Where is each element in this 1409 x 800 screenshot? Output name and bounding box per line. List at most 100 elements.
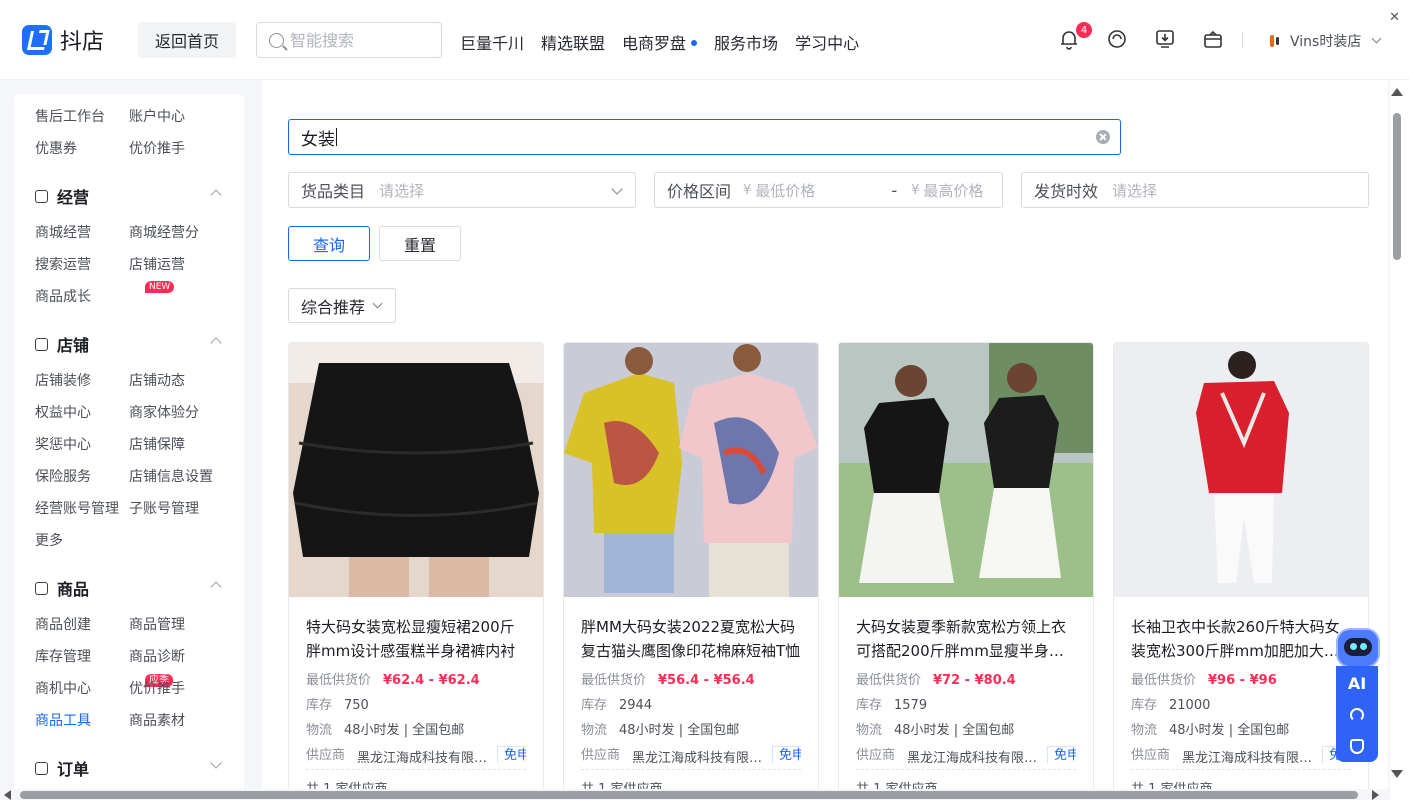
sidebar-item-store-info-settings[interactable]: 店铺信息设置 — [129, 466, 229, 486]
sidebar-item-product-diagnosis[interactable]: 商品诊断 — [129, 646, 229, 666]
price-min-input[interactable]: 最低价格 — [755, 180, 815, 201]
free-apply-button[interactable]: 免申请 — [497, 746, 526, 763]
nav-compass[interactable]: 电商罗盘 — [622, 30, 698, 54]
sidebar-item-merchant-score[interactable]: 商家体验分 — [129, 402, 229, 422]
chevron-down-icon — [1371, 33, 1382, 43]
sidebar-item-product-manage[interactable]: 商品管理 — [129, 614, 229, 634]
sidebar-item-product-tools[interactable]: 商品工具 — [35, 710, 129, 730]
sidebar-item-price-pusher[interactable]: 优价推手 — [129, 138, 229, 158]
douyin-shop-logo[interactable]: 抖店 — [22, 24, 104, 56]
gift-icon[interactable] — [1202, 28, 1224, 50]
sidebar-item-rights-center[interactable]: 权益中心 — [35, 402, 129, 422]
sidebar-item-insurance[interactable]: 保险服务 — [35, 466, 129, 486]
product-card[interactable]: 特大码女装宽松显瘦短裙200斤胖mm设计感蛋糕半身裙裤内衬 最低供货价 ¥62.4… — [288, 342, 544, 800]
price-label: 最低供货价 — [581, 673, 647, 688]
product-image[interactable] — [839, 343, 1093, 597]
product-logistics: 48小时发 | 全国包邮 — [894, 723, 1015, 738]
sidebar-section-orders[interactable]: 订单 — [35, 757, 244, 779]
price-max-input[interactable]: 最高价格 — [923, 180, 983, 201]
robot-eye — [1350, 643, 1357, 650]
sidebar-item-coupons[interactable]: 优惠券 — [35, 138, 129, 158]
nav-service-market[interactable]: 服务市场 — [714, 30, 778, 54]
sidebar-section-operations[interactable]: 经营 — [35, 185, 244, 207]
product-image[interactable] — [289, 343, 543, 597]
product-search-input[interactable]: 女装 — [288, 119, 1121, 155]
store-switcher[interactable]: Vins时装店 — [1268, 31, 1382, 51]
close-icon[interactable]: ✕ — [1389, 10, 1400, 25]
top-divider — [1242, 32, 1243, 48]
ai-button[interactable]: AI — [1336, 674, 1378, 693]
product-image[interactable] — [564, 343, 818, 597]
scroll-left-arrow[interactable] — [4, 790, 11, 800]
product-image[interactable] — [1114, 343, 1368, 597]
smart-search-input[interactable] — [290, 30, 430, 50]
clear-icon[interactable] — [1096, 130, 1110, 144]
logo-icon — [22, 25, 52, 55]
sidebar-section-store[interactable]: 店铺 — [35, 333, 244, 355]
horizontal-scroll-thumb[interactable] — [20, 791, 1358, 799]
sidebar-item-search-operations[interactable]: 搜索运营 — [35, 254, 129, 274]
sidebar: 售后工作台 账户中心 优惠券 优价推手 经营 商城经营 商城经营分 搜索运营 店… — [14, 94, 244, 800]
sidebar-item-inventory[interactable]: 库存管理 — [35, 646, 129, 666]
logistics-label: 物流 — [856, 723, 883, 738]
smart-search-box[interactable] — [256, 22, 442, 58]
sidebar-item-store-news[interactable]: 店铺动态 — [129, 370, 229, 390]
sidebar-item-mall-score[interactable]: 商城经营分 — [129, 222, 229, 242]
headset-icon[interactable] — [1350, 708, 1364, 722]
sidebar-item-store-protection[interactable]: 店铺保障 — [129, 434, 229, 454]
scroll-up-arrow[interactable] — [1391, 88, 1403, 96]
logistics-label: 物流 — [306, 723, 333, 738]
ai-assistant-widget[interactable]: AI — [1336, 630, 1378, 762]
sidebar-item-store-operations[interactable]: 店铺运营 — [129, 254, 229, 274]
nav-learning-center[interactable]: 学习中心 — [795, 30, 859, 54]
nav-qianchuan[interactable]: 巨量千川 — [460, 30, 524, 54]
free-apply-button[interactable]: 免申请 — [1047, 746, 1076, 763]
sidebar-item-product-assets[interactable]: 商品素材 — [129, 710, 229, 730]
sidebar-item-price-pusher-2[interactable]: 优价推手 — [129, 678, 229, 698]
back-home-button[interactable]: 返回首页 — [138, 22, 236, 58]
sidebar-item-more[interactable]: 更多 — [35, 530, 129, 550]
product-stock: 750 — [344, 698, 369, 713]
vertical-scroll-thumb[interactable] — [1393, 113, 1401, 260]
operations-icon — [35, 189, 48, 203]
sidebar-section-products[interactable]: 商品 — [35, 577, 244, 599]
product-title[interactable]: 特大码女装宽松显瘦短裙200斤胖mm设计感蛋糕半身裙裤内衬 — [306, 615, 526, 663]
sidebar-item-aftersale-desk[interactable]: 售后工作台 — [35, 106, 129, 126]
product-card[interactable]: 胖MM大码女装2022夏宽松大码复古猫头鹰图像印花棉麻短袖T恤 最低供货价 ¥56… — [563, 342, 819, 800]
sidebar-item-account-management[interactable]: 经营账号管理 — [35, 498, 129, 518]
shipping-time-select[interactable]: 发货时效 请选择 — [1021, 172, 1369, 208]
customer-service-icon[interactable] — [1106, 28, 1128, 50]
bell-icon[interactable]: 4 — [1058, 22, 1092, 50]
main-content: 女装 货品类目 请选择 价格区间 ¥ 最低价格 - ¥ 最高价格 发货时效 请选… — [262, 80, 1388, 800]
reset-button[interactable]: 重置 — [379, 226, 461, 261]
shield-icon[interactable] — [1350, 739, 1364, 754]
product-supplier: 黑龙江海成科技有限公司 — [907, 751, 1045, 763]
product-card[interactable]: 长袖卫衣中长款260斤特大码女装宽松300斤胖mm加肥加大上衣 最低供货价 ¥96… — [1113, 342, 1369, 800]
sidebar-item-product-growth[interactable]: 商品成长 NEW — [35, 281, 175, 306]
product-card[interactable]: 大码女装夏季新款宽松方领上衣可搭配200斤胖mm显瘦半身裙套装 最低供货价 ¥72… — [838, 342, 1094, 800]
sidebar-item-store-decor[interactable]: 店铺装修 — [35, 370, 129, 390]
sidebar-item-product-create[interactable]: 商品创建 — [35, 614, 129, 634]
nav-alliance[interactable]: 精选联盟 — [541, 30, 605, 54]
supplier-label: 供应商 — [1131, 748, 1171, 763]
query-button[interactable]: 查询 — [288, 226, 370, 261]
product-title[interactable]: 大码女装夏季新款宽松方领上衣可搭配200斤胖mm显瘦半身裙套装 — [856, 615, 1076, 663]
robot-icon[interactable] — [1338, 630, 1378, 666]
sidebar-item-reward-center[interactable]: 奖惩中心 — [35, 434, 129, 454]
scroll-down-arrow[interactable] — [1391, 770, 1403, 778]
product-stock: 2944 — [619, 698, 653, 713]
sort-select[interactable]: 综合推荐 — [288, 288, 396, 323]
sidebar-item-opportunity-center[interactable]: 商机中心应季 — [35, 674, 173, 698]
product-title[interactable]: 胖MM大码女装2022夏宽松大码复古猫头鹰图像印花棉麻短袖T恤 — [581, 615, 801, 663]
free-apply-button[interactable]: 免申请 — [772, 746, 801, 763]
scroll-right-arrow[interactable] — [1372, 790, 1379, 800]
sidebar-item-mall-operations[interactable]: 商城经营 — [35, 222, 129, 242]
horizontal-scrollbar[interactable] — [0, 789, 1390, 800]
category-select[interactable]: 货品类目 请选择 — [288, 172, 636, 208]
sidebar-item-sub-accounts[interactable]: 子账号管理 — [129, 498, 229, 518]
product-title[interactable]: 长袖卫衣中长款260斤特大码女装宽松300斤胖mm加肥加大上衣 — [1131, 615, 1351, 663]
sidebar-item-account-center[interactable]: 账户中心 — [129, 106, 229, 126]
chevron-up-icon — [210, 189, 222, 201]
download-icon[interactable] — [1154, 28, 1176, 50]
vertical-scrollbar[interactable] — [1390, 80, 1409, 800]
